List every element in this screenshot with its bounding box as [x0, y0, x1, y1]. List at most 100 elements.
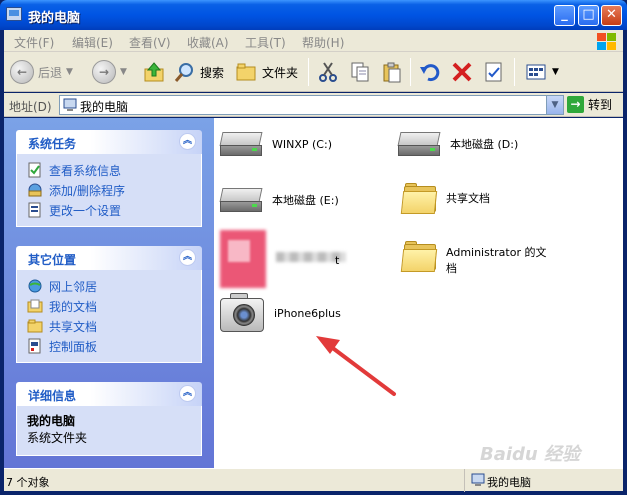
forward-button[interactable]: → ▼	[92, 58, 127, 86]
baidu-watermark: Baidu 经验	[480, 444, 581, 465]
paste-icon	[380, 60, 404, 84]
status-bar: 7 个对象 我的电脑	[4, 468, 623, 492]
menu-bar: 文件(F) 编辑(E) 查看(V) 收藏(A) 工具(T) 帮助(H)	[4, 30, 623, 52]
undo-button[interactable]	[418, 58, 442, 86]
my-computer-icon	[471, 473, 485, 486]
address-dropdown-icon[interactable]: ▼	[546, 96, 563, 114]
copy-icon	[348, 60, 372, 84]
status-location: 我的电脑	[464, 469, 623, 492]
system-tasks-body: 查看系统信息 添加/删除程序 更改一个设置	[16, 154, 202, 227]
system-tasks-header[interactable]: 系统任务 ︽	[16, 130, 202, 154]
address-value: 我的电脑	[80, 100, 129, 114]
collapse-chevron-icon[interactable]: ︽	[179, 385, 196, 402]
place-label: 控制面板	[49, 339, 98, 354]
go-arrow-icon: →	[567, 96, 584, 113]
my-computer-icon	[63, 98, 77, 111]
details-body: 我的电脑 系统文件夹	[16, 406, 202, 456]
settings-icon	[28, 202, 41, 218]
toolbar-separator	[514, 58, 515, 86]
toolbar-separator	[308, 58, 309, 86]
address-label: 地址(D)	[9, 100, 52, 114]
folders-icon	[234, 60, 258, 84]
folders-label: 文件夹	[262, 65, 299, 80]
my-computer-icon	[6, 7, 22, 21]
place-network[interactable]: 网上邻居	[27, 276, 191, 296]
collapse-chevron-icon[interactable]: ︽	[179, 133, 196, 150]
close-button[interactable]: ✕	[601, 5, 622, 26]
other-places-panel: 其它位置 ︽ 网上邻居 我的文档 共享文档 控制面板	[16, 246, 202, 363]
place-my-documents[interactable]: 我的文档	[27, 296, 191, 316]
undo-icon	[418, 60, 442, 84]
file-view: WINXP (C:) 本地磁盘 (D:) 本地磁盘 (E:) 共享文档 t Ad…	[214, 118, 623, 468]
copy-to-button[interactable]	[348, 58, 372, 86]
task-add-remove-programs[interactable]: 添加/删除程序	[27, 180, 191, 200]
back-arrow-icon: ←	[10, 60, 34, 84]
explorer-window: 我的电脑 _ □ ✕ 文件(F) 编辑(E) 查看(V) 收藏(A) 工具(T)…	[0, 0, 627, 495]
details-panel: 详细信息 ︽ 我的电脑 系统文件夹	[16, 382, 202, 456]
back-label: 后退	[38, 65, 63, 80]
menu-tools[interactable]: 工具(T)	[245, 34, 286, 51]
task-label: 添加/删除程序	[49, 183, 126, 198]
back-dropdown-icon[interactable]: ▼	[66, 67, 73, 77]
place-label: 我的文档	[49, 299, 98, 314]
task-view-system-info[interactable]: 查看系统信息	[27, 160, 191, 180]
collapse-chevron-icon[interactable]: ︽	[179, 249, 196, 266]
views-icon	[524, 60, 548, 84]
place-control-panel[interactable]: 控制面板	[27, 336, 191, 356]
details-header[interactable]: 详细信息 ︽	[16, 382, 202, 406]
add-remove-programs-icon	[28, 183, 42, 197]
up-folder-button[interactable]	[142, 58, 166, 86]
search-button[interactable]: 搜索	[172, 58, 224, 86]
scissors-icon	[316, 60, 340, 84]
up-folder-icon	[142, 60, 166, 84]
task-pane: 系统任务 ︽ 查看系统信息 添加/删除程序 更改一个设置 其它位置 ︽ 网上邻居…	[4, 118, 214, 468]
task-change-setting[interactable]: 更改一个设置	[27, 200, 191, 220]
system-tasks-panel: 系统任务 ︽ 查看系统信息 添加/删除程序 更改一个设置	[16, 130, 202, 227]
views-button[interactable]: ▼	[524, 58, 559, 86]
windows-flag-icon	[595, 31, 617, 51]
task-label: 更改一个设置	[49, 203, 122, 218]
status-location-text: 我的电脑	[487, 476, 531, 489]
my-documents-icon	[27, 299, 43, 313]
menu-help[interactable]: 帮助(H)	[302, 34, 344, 51]
maximize-button[interactable]: □	[578, 5, 599, 26]
details-name: 我的电脑	[27, 414, 76, 428]
toolbar: ← 后退 ▼ → ▼ 搜索 文件夹 ▼	[4, 52, 623, 92]
properties-button[interactable]	[482, 58, 506, 86]
go-label: 转到	[588, 98, 613, 112]
views-dropdown-icon[interactable]: ▼	[552, 67, 559, 77]
menu-edit[interactable]: 编辑(E)	[72, 34, 113, 51]
properties-icon	[482, 60, 506, 84]
folders-button[interactable]: 文件夹	[234, 58, 298, 86]
go-button[interactable]: → 转到	[567, 96, 612, 113]
minimize-button[interactable]: _	[554, 5, 575, 26]
network-globe-icon	[28, 279, 42, 293]
forward-arrow-icon: →	[92, 60, 116, 84]
delete-x-icon	[450, 60, 474, 84]
window-title: 我的电脑	[28, 11, 81, 26]
system-tasks-title: 系统任务	[28, 137, 77, 151]
menu-view[interactable]: 查看(V)	[129, 34, 171, 51]
move-to-button[interactable]	[316, 58, 340, 86]
forward-dropdown-icon[interactable]: ▼	[120, 67, 127, 77]
other-places-body: 网上邻居 我的文档 共享文档 控制面板	[16, 270, 202, 363]
delete-button[interactable]	[450, 58, 474, 86]
folder-icon	[27, 319, 43, 333]
back-button[interactable]: ← 后退 ▼	[10, 58, 73, 86]
status-object-count: 7 个对象	[6, 476, 50, 489]
place-label: 网上邻居	[49, 279, 98, 294]
other-places-header[interactable]: 其它位置 ︽	[16, 246, 202, 270]
details-title: 详细信息	[28, 389, 77, 403]
paste-button[interactable]	[380, 58, 404, 86]
address-bar: 地址(D) 我的电脑 ▼ → 转到	[4, 93, 623, 117]
system-info-icon	[28, 162, 41, 178]
toolbar-separator	[410, 58, 411, 86]
control-panel-icon	[28, 338, 41, 354]
address-field[interactable]: 我的电脑 ▼	[59, 95, 564, 115]
menu-file[interactable]: 文件(F)	[14, 34, 54, 51]
search-label: 搜索	[200, 65, 225, 80]
place-shared-documents[interactable]: 共享文档	[27, 316, 191, 336]
title-bar[interactable]: 我的电脑 _ □ ✕	[0, 0, 627, 30]
menu-favorites[interactable]: 收藏(A)	[187, 34, 229, 51]
details-desc: 系统文件夹	[27, 431, 88, 445]
